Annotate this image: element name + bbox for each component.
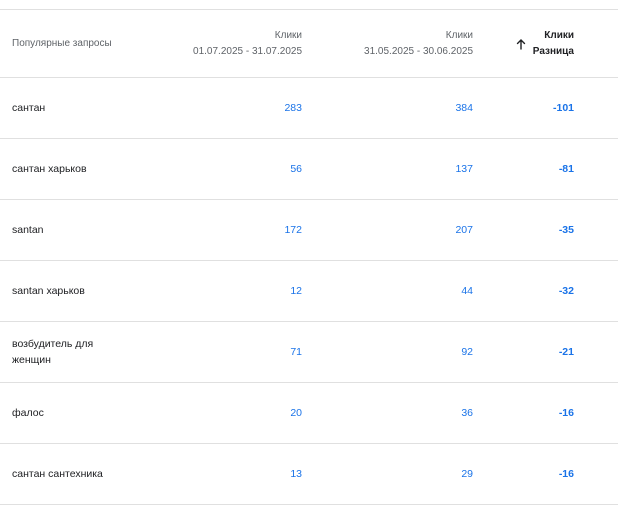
clicks-current-value[interactable]: 56 <box>290 139 302 199</box>
clicks-previous-value[interactable]: 384 <box>455 78 473 138</box>
column-header-date-range: 31.05.2025 - 30.06.2025 <box>364 45 473 57</box>
clicks-current-value[interactable]: 13 <box>290 444 302 504</box>
table-row[interactable]: santan харьков 12 44 -32 <box>0 261 618 322</box>
table-row[interactable]: сантан 283 384 -101 <box>0 78 618 139</box>
clicks-previous-value[interactable]: 36 <box>461 383 473 443</box>
clicks-difference-value[interactable]: -81 <box>559 139 574 199</box>
clicks-previous-value[interactable]: 207 <box>455 200 473 260</box>
column-header-queries-label: Популярные запросы <box>12 37 112 49</box>
column-header-difference-label: Разница <box>532 45 574 57</box>
table-row[interactable]: фалос 20 36 -16 <box>0 383 618 444</box>
clicks-current-value[interactable]: 283 <box>284 78 302 138</box>
clicks-difference-value[interactable]: -16 <box>559 383 574 443</box>
column-header-date-range: 01.07.2025 - 31.07.2025 <box>193 45 302 57</box>
table-row[interactable]: сантан сантехника 13 29 -16 <box>0 444 618 505</box>
clicks-previous-value[interactable]: 29 <box>461 444 473 504</box>
clicks-previous-value[interactable]: 44 <box>461 261 473 321</box>
clicks-difference-value[interactable]: -16 <box>559 444 574 504</box>
clicks-current-value[interactable]: 71 <box>290 322 302 382</box>
clicks-previous-value[interactable]: 92 <box>461 322 473 382</box>
clicks-current-value[interactable]: 12 <box>290 261 302 321</box>
query-cell: сантан сантехника <box>12 468 103 480</box>
query-cell: santan <box>12 224 44 236</box>
clicks-current-value[interactable]: 172 <box>284 200 302 260</box>
table-row[interactable]: возбудитель для женщин 71 92 -21 <box>0 322 618 383</box>
column-header-metric: Клики <box>544 29 574 41</box>
column-header-queries[interactable]: Популярные запросы <box>12 10 112 77</box>
query-cell: возбудитель для женщин <box>12 338 94 366</box>
column-header-clicks-previous[interactable]: Клики 31.05.2025 - 30.06.2025 <box>364 10 473 77</box>
query-cell: сантан харьков <box>12 163 87 175</box>
clicks-previous-value[interactable]: 137 <box>455 139 473 199</box>
column-header-clicks-difference[interactable]: Клики Разница <box>516 10 574 77</box>
column-header-clicks-current[interactable]: Клики 01.07.2025 - 31.07.2025 <box>193 10 302 77</box>
clicks-difference-value[interactable]: -21 <box>559 322 574 382</box>
table-header: Популярные запросы Клики 01.07.2025 - 31… <box>0 10 618 78</box>
clicks-current-value[interactable]: 20 <box>290 383 302 443</box>
clicks-difference-value[interactable]: -101 <box>553 78 574 138</box>
column-header-metric: Клики <box>445 29 473 41</box>
queries-table: Популярные запросы Клики 01.07.2025 - 31… <box>0 10 618 505</box>
table-row[interactable]: santan 172 207 -35 <box>0 200 618 261</box>
query-cell: santan харьков <box>12 285 85 297</box>
query-cell: сантан <box>12 102 46 114</box>
arrow-up-icon <box>516 38 525 50</box>
clicks-difference-value[interactable]: -32 <box>559 261 574 321</box>
clicks-difference-value[interactable]: -35 <box>559 200 574 260</box>
column-header-metric: Клики <box>274 29 302 41</box>
table-row[interactable]: сантан харьков 56 137 -81 <box>0 139 618 200</box>
query-cell: фалос <box>12 407 44 419</box>
